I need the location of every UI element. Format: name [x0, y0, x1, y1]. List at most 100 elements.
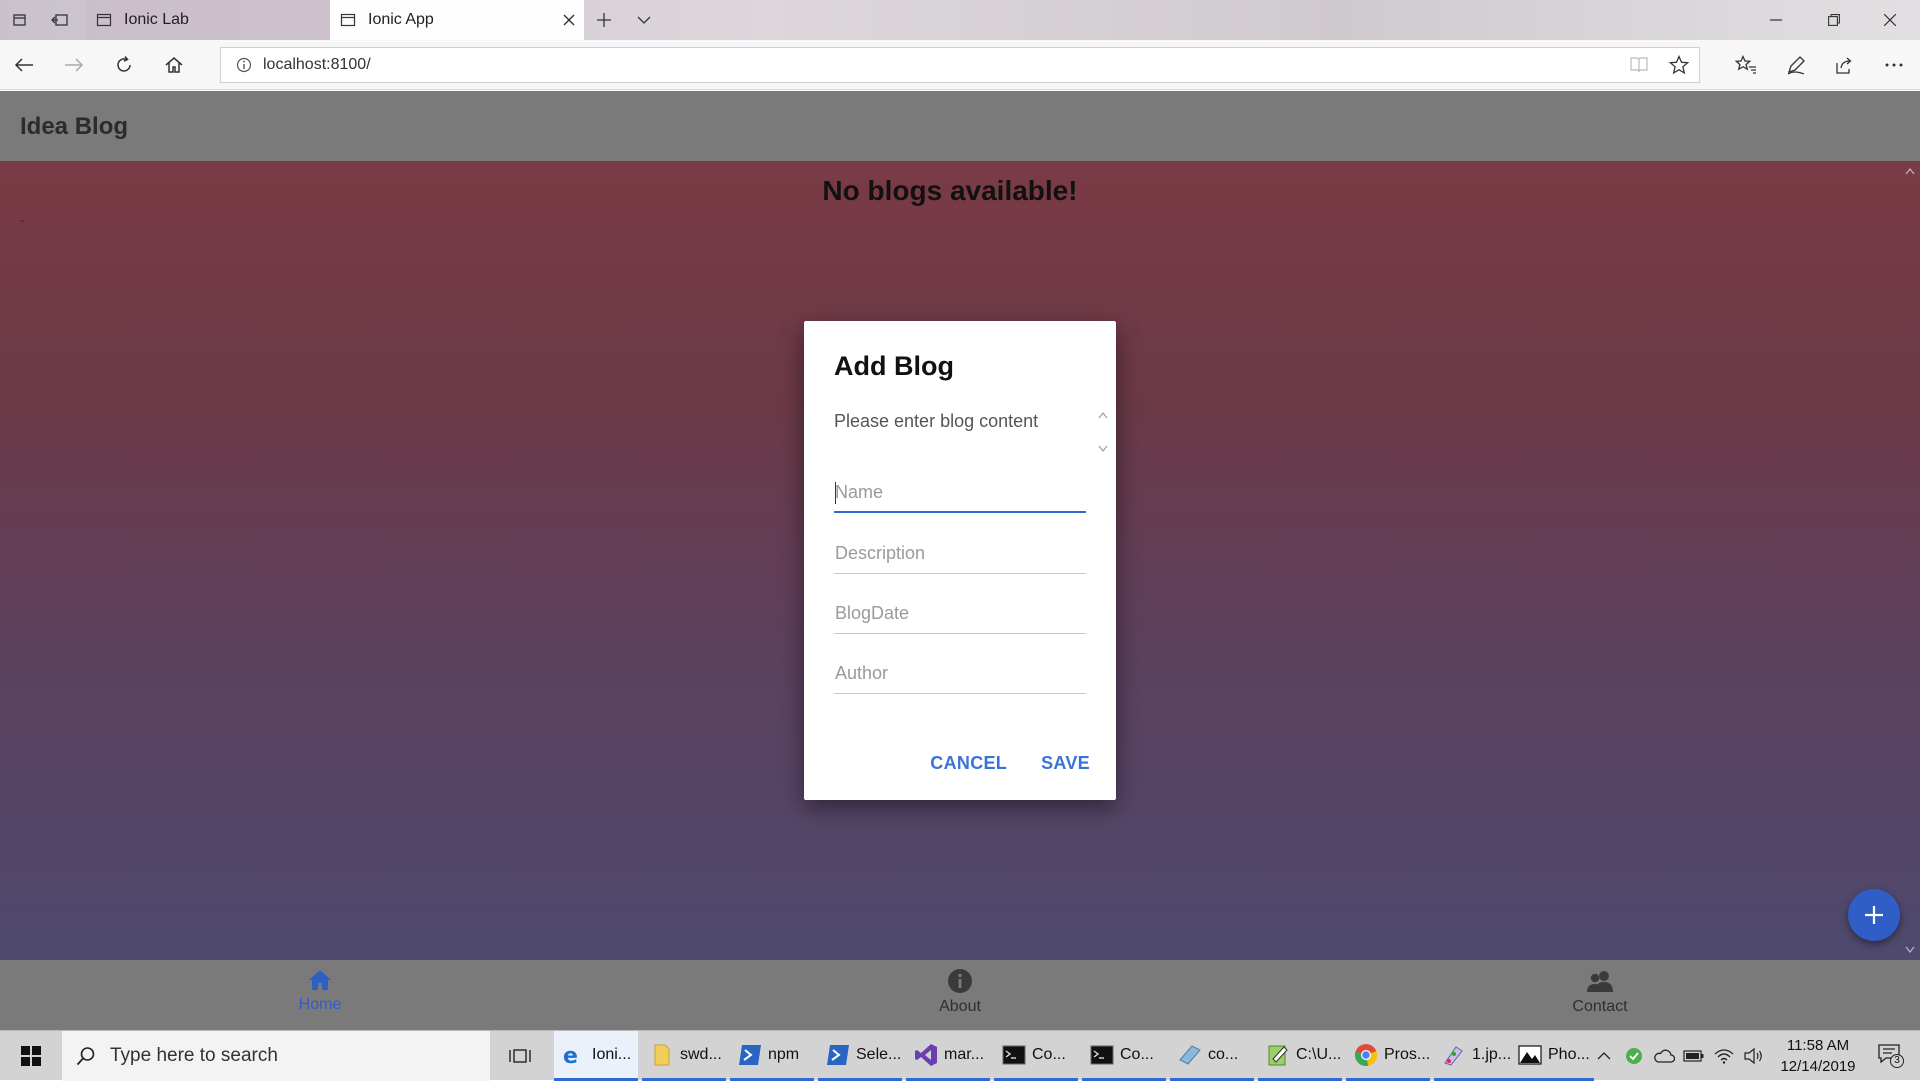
author-field [834, 650, 1086, 694]
scroll-up-arrow-icon[interactable] [1098, 411, 1108, 419]
taskbar-app-chrome[interactable]: Pros... [1346, 1031, 1430, 1081]
scroll-down-arrow-icon[interactable] [1098, 445, 1108, 453]
refresh-icon[interactable] [104, 45, 144, 85]
notification-icon: 3 [1878, 1044, 1904, 1068]
search-placeholder: Type here to search [110, 1045, 278, 1066]
taskbar-app-photos[interactable]: Pho... [1510, 1031, 1594, 1081]
notepad-icon [1266, 1043, 1290, 1067]
windows-taskbar: Type here to search e Ioni... swd... npm… [0, 1030, 1920, 1081]
security-shield-icon[interactable] [1620, 1031, 1648, 1081]
onedrive-cloud-icon[interactable] [1650, 1031, 1678, 1081]
minimize-icon[interactable] [1748, 0, 1804, 40]
taskbar-app-paint[interactable]: 1.jp... [1434, 1031, 1518, 1081]
show-hidden-icons-chevron-up-icon[interactable] [1592, 1031, 1616, 1081]
edge-icon: e [562, 1043, 586, 1067]
description-input[interactable] [834, 530, 1086, 570]
close-window-icon[interactable] [1862, 0, 1918, 40]
powershell-icon [738, 1043, 762, 1067]
taskbar-app-co[interactable]: co... [1170, 1031, 1254, 1081]
tab-actions-icon[interactable] [2, 0, 38, 40]
tab-home[interactable]: Home [240, 968, 400, 1026]
paint-icon [1442, 1043, 1466, 1067]
taskbar-app-cmd-2[interactable]: Co... [1082, 1031, 1166, 1081]
taskbar-app-label: C:\U... [1296, 1045, 1342, 1063]
back-arrow-icon[interactable] [4, 45, 44, 85]
content-scrollbar[interactable] [1900, 161, 1920, 960]
taskbar-app-visual-studio[interactable]: mar... [906, 1031, 990, 1081]
forward-arrow-icon[interactable] [54, 45, 94, 85]
scroll-down-arrow-icon[interactable] [1904, 944, 1916, 956]
windows-start-button[interactable] [0, 1031, 62, 1081]
tab-contact[interactable]: Contact [1520, 968, 1680, 1026]
add-blog-dialog: Add Blog Please enter blog content CANCE… [804, 321, 1116, 800]
browser-titlebar: Ionic Lab Ionic App [0, 0, 1920, 40]
notification-count-badge: 3 [1890, 1054, 1904, 1068]
taskbar-app-powershell-sele[interactable]: Sele... [818, 1031, 902, 1081]
terminal-icon [1090, 1043, 1114, 1067]
tab-about[interactable]: About [880, 968, 1040, 1026]
taskbar-app-cmd-1[interactable]: Co... [994, 1031, 1078, 1081]
clock-time: 11:58 AM [1786, 1037, 1850, 1054]
dialog-actions: CANCEL SAVE [930, 753, 1090, 774]
taskbar-app-label: co... [1208, 1045, 1239, 1063]
tab-ionic-lab[interactable]: Ionic Lab [86, 0, 330, 40]
web-note-pen-icon[interactable] [1776, 45, 1816, 85]
taskbar-app-notepad[interactable]: C:\U... [1258, 1031, 1342, 1081]
dialog-message: Please enter blog content [834, 411, 1039, 431]
tab-label: Ionic App [368, 11, 434, 28]
taskbar-app-edge[interactable]: e Ioni... [554, 1031, 638, 1081]
battery-icon[interactable] [1680, 1031, 1708, 1081]
empty-state-message: No blogs available! [822, 175, 1078, 206]
taskbar-app-label: Pros... [1384, 1045, 1431, 1063]
app-toolbar: Idea Blog [0, 91, 1920, 161]
share-icon[interactable] [1824, 45, 1864, 85]
powershell-icon [826, 1043, 850, 1067]
taskbar-app-label: 1.jp... [1472, 1045, 1512, 1063]
taskbar-app-explorer[interactable]: swd... [642, 1031, 726, 1081]
set-aside-tabs-icon[interactable] [42, 0, 78, 40]
tab-label-about: About [939, 998, 981, 1015]
taskbar-search-box[interactable]: Type here to search [62, 1031, 490, 1081]
windows-logo-icon [21, 1046, 41, 1066]
cancel-button[interactable]: CANCEL [930, 753, 1007, 774]
tab-ionic-app[interactable]: Ionic App [330, 0, 584, 40]
add-blog-fab-button[interactable] [1848, 889, 1900, 941]
reading-view-icon[interactable] [1619, 48, 1659, 82]
taskbar-app-powershell-npm[interactable]: npm [730, 1031, 814, 1081]
home-icon[interactable] [154, 45, 194, 85]
scroll-up-arrow-icon[interactable] [1904, 165, 1916, 177]
wifi-icon[interactable] [1710, 1031, 1738, 1081]
dialog-scrollbar[interactable] [1094, 409, 1112, 461]
site-info-icon[interactable] [229, 57, 259, 73]
favorites-hub-icon[interactable] [1726, 45, 1766, 85]
contacts-icon [1585, 968, 1615, 994]
page-icon [340, 12, 356, 28]
folder-icon [650, 1043, 674, 1067]
close-tab-icon[interactable] [554, 0, 584, 40]
taskbar-app-label: Ioni... [592, 1045, 632, 1063]
blogdate-input[interactable] [834, 590, 1086, 630]
new-tab-icon[interactable] [586, 0, 622, 40]
save-button[interactable]: SAVE [1041, 753, 1090, 774]
taskbar-clock[interactable]: 11:58 AM 12/14/2019 [1770, 1035, 1866, 1077]
action-center-button[interactable]: 3 [1862, 1031, 1920, 1081]
tab-label: Ionic Lab [124, 11, 189, 28]
favorite-star-icon[interactable] [1659, 48, 1699, 82]
text-caret [835, 482, 836, 504]
task-view-button[interactable] [496, 1031, 544, 1081]
address-bar[interactable]: localhost:8100/ [220, 47, 1700, 83]
task-view-icon [509, 1047, 531, 1065]
more-icon[interactable] [1874, 45, 1914, 85]
tab-preview-chevron-down-icon[interactable] [626, 0, 662, 40]
name-input[interactable] [834, 469, 1086, 509]
name-field [834, 469, 1086, 513]
page-icon [96, 12, 112, 28]
author-input[interactable] [834, 650, 1086, 690]
blogdate-field [834, 590, 1086, 634]
restore-icon[interactable] [1806, 0, 1862, 40]
visual-studio-icon [914, 1043, 938, 1067]
home-icon [307, 968, 333, 992]
volume-icon[interactable] [1740, 1031, 1768, 1081]
clock-date: 12/14/2019 [1780, 1058, 1856, 1075]
dialog-title: Add Blog [834, 351, 954, 381]
